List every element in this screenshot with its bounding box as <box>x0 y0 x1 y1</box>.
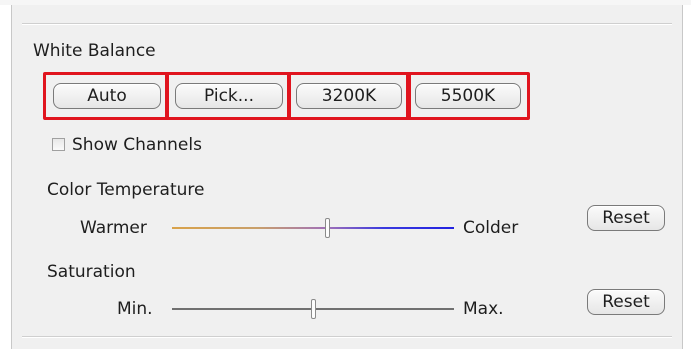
color-temperature-reset-button[interactable]: Reset <box>587 205 665 231</box>
color-temperature-track[interactable] <box>172 227 454 229</box>
5500k-button[interactable]: 5500K <box>415 83 521 109</box>
saturation-slider-thumb[interactable] <box>310 299 316 319</box>
colder-label: Colder <box>463 218 519 238</box>
color-temperature-slider-thumb[interactable] <box>324 218 330 238</box>
white-balance-panel: White Balance Auto Pick... 3200K 5500K S… <box>11 5 683 349</box>
top-separator <box>22 23 672 25</box>
bottom-separator <box>22 336 672 338</box>
show-channels-checkbox[interactable] <box>52 138 65 151</box>
show-channels-label: Show Channels <box>72 135 202 155</box>
warmer-label: Warmer <box>80 218 147 238</box>
min-label: Min. <box>117 299 153 319</box>
3200k-button[interactable]: 3200K <box>296 83 402 109</box>
max-label: Max. <box>463 299 504 319</box>
auto-button[interactable]: Auto <box>53 83 161 109</box>
color-temperature-label: Color Temperature <box>47 180 205 200</box>
saturation-reset-button[interactable]: Reset <box>587 289 665 315</box>
saturation-label: Saturation <box>47 262 136 282</box>
white-balance-label: White Balance <box>33 41 156 61</box>
pick-button[interactable]: Pick... <box>175 83 283 109</box>
